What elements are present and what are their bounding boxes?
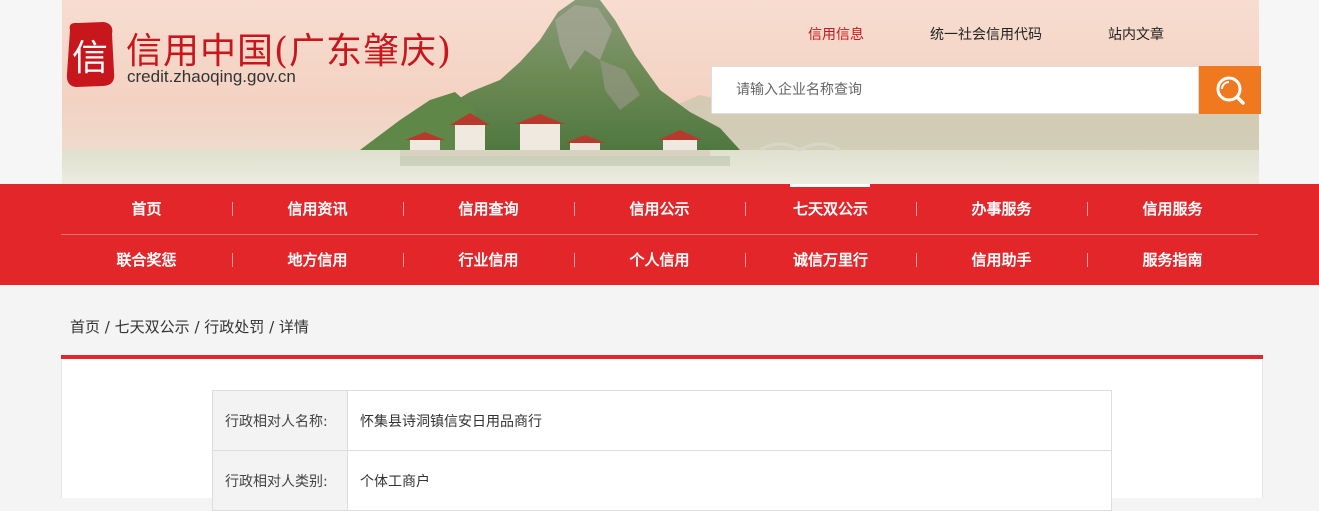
table-row: 行政相对人类别: 个体工商户 xyxy=(212,450,1112,511)
nav-item-integrity-tour[interactable]: 诚信万里行 xyxy=(745,235,916,285)
detail-key: 行政相对人类别: xyxy=(212,450,348,511)
nav-item-local-credit[interactable]: 地方信用 xyxy=(232,235,403,285)
search-button[interactable] xyxy=(1199,66,1261,114)
table-row: 行政相对人名称: 怀集县诗洞镇信安日用品商行 xyxy=(212,390,1112,451)
nav-row-1: 首页 信用资讯 信用查询 信用公示 七天双公示 办事服务 信用服务 xyxy=(61,184,1258,235)
breadcrumb-admin-penalty[interactable]: 行政处罚 xyxy=(204,318,264,336)
main-nav: 首页 信用资讯 信用查询 信用公示 七天双公示 办事服务 信用服务 联合奖惩 地… xyxy=(0,184,1319,285)
nav-item-seven-day-double[interactable]: 七天双公示 xyxy=(745,184,916,234)
nav-item-service-guide[interactable]: 服务指南 xyxy=(1087,235,1258,285)
detail-value: 个体工商户 xyxy=(347,450,1112,511)
nav-active-indicator xyxy=(790,184,870,187)
detail-key: 行政相对人名称: xyxy=(212,390,348,451)
breadcrumb-separator: / xyxy=(194,318,200,336)
site-logo-seal: 信 xyxy=(66,22,115,87)
nav-item-joint-rewards[interactable]: 联合奖惩 xyxy=(61,235,232,285)
detail-table: 行政相对人名称: 怀集县诗洞镇信安日用品商行 行政相对人类别: 个体工商户 xyxy=(212,390,1112,511)
header-left-margin xyxy=(0,0,62,184)
nav-item-home[interactable]: 首页 xyxy=(61,184,232,234)
logo-seal-text: 信 xyxy=(72,38,108,79)
nav-item-office-services[interactable]: 办事服务 xyxy=(916,184,1087,234)
breadcrumb-separator: / xyxy=(104,318,110,336)
nav-item-credit-services[interactable]: 信用服务 xyxy=(1087,184,1258,234)
header-right-margin xyxy=(1259,0,1319,184)
nav-item-credit-assistant[interactable]: 信用助手 xyxy=(916,235,1087,285)
site-domain: credit.zhaoqing.gov.cn xyxy=(127,67,296,86)
breadcrumb-home[interactable]: 首页 xyxy=(70,318,100,336)
site-header: 信 信用中国(广东肇庆) credit.zhaoqing.gov.cn 信用信息… xyxy=(0,0,1319,184)
breadcrumb: 首页 / 七天双公示 / 行政处罚 / 详情 xyxy=(70,316,309,337)
detail-value: 怀集县诗洞镇信安日用品商行 xyxy=(347,390,1112,451)
nav-item-credit-query[interactable]: 信用查询 xyxy=(403,184,574,234)
search-input[interactable] xyxy=(712,67,1198,113)
nav-item-credit-publicity[interactable]: 信用公示 xyxy=(574,184,745,234)
nav-item-credit-news[interactable]: 信用资讯 xyxy=(232,184,403,234)
nav-item-industry-credit[interactable]: 行业信用 xyxy=(403,235,574,285)
search-icon xyxy=(1216,76,1245,105)
breadcrumb-seven-day-double[interactable]: 七天双公示 xyxy=(115,318,190,336)
top-link-credit-info[interactable]: 信用信息 xyxy=(808,24,864,44)
breadcrumb-separator: / xyxy=(269,318,275,336)
top-link-site-articles[interactable]: 站内文章 xyxy=(1108,24,1164,44)
top-link-credit-code[interactable]: 统一社会信用代码 xyxy=(930,24,1042,44)
search-box xyxy=(711,66,1199,114)
nav-row-2: 联合奖惩 地方信用 行业信用 个人信用 诚信万里行 信用助手 服务指南 xyxy=(61,235,1258,285)
breadcrumb-current: 详情 xyxy=(278,318,309,336)
nav-item-personal-credit[interactable]: 个人信用 xyxy=(574,235,745,285)
